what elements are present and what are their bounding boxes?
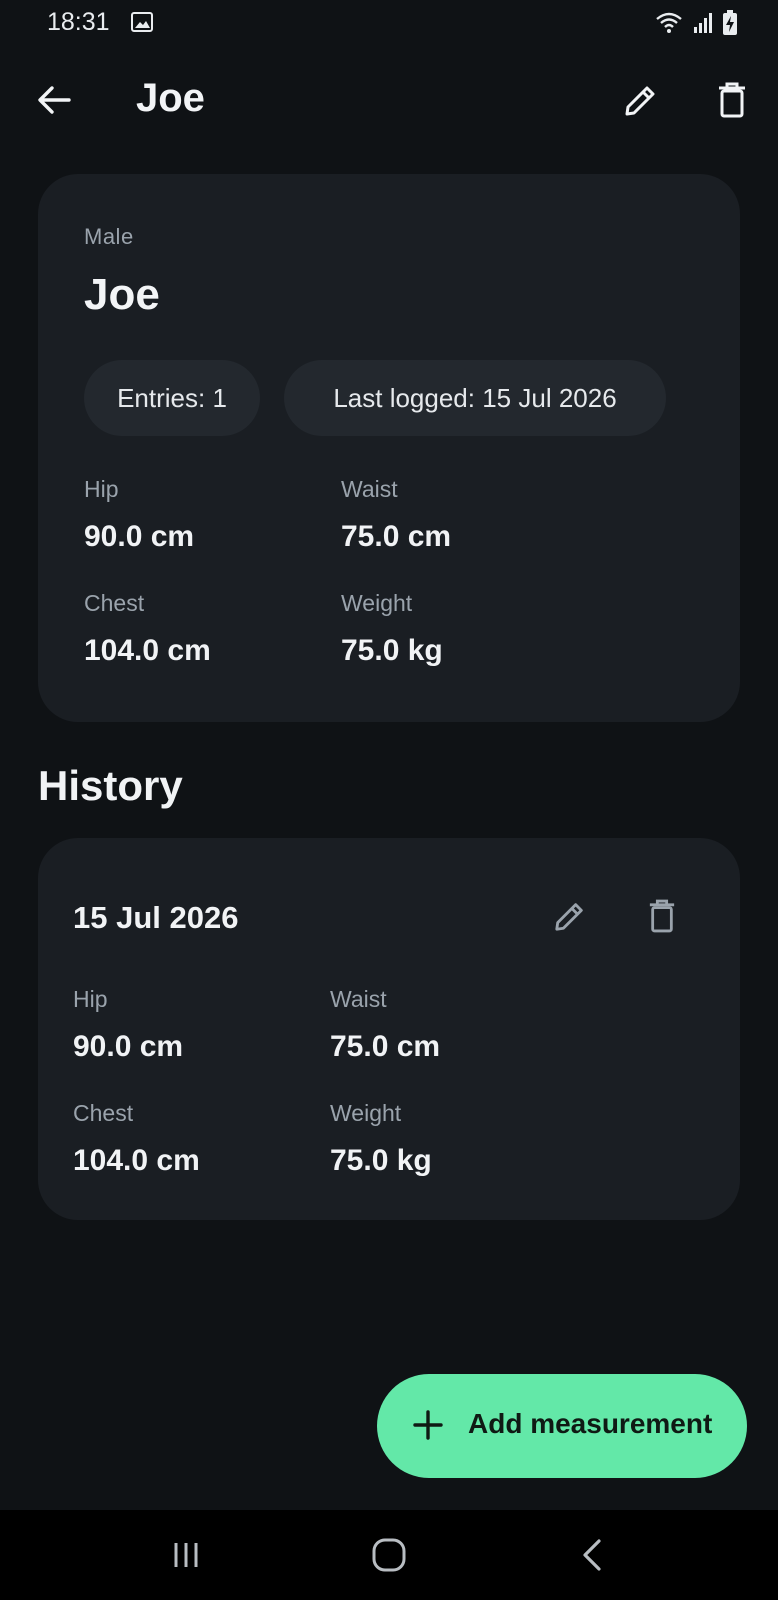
edit-entry-button[interactable] [546,892,594,940]
delete-entry-button[interactable] [638,892,686,940]
weight-label: Weight [341,590,413,616]
waist-label: Waist [341,476,398,502]
back-arrow-icon [38,86,71,114]
chest-value: 104.0 cm [84,634,211,667]
wifi-icon [654,11,684,40]
nav-back-button[interactable] [562,1532,622,1578]
plus-icon [413,1410,443,1440]
delete-profile-button[interactable] [708,76,756,124]
edit-icon [555,903,583,931]
back-icon [583,1539,601,1571]
image-icon [131,12,153,37]
delete-icon [719,82,745,118]
app-bar: Joe [0,60,778,140]
signal-icon [692,12,714,39]
edit-icon [625,86,655,116]
history-entry-card: 15 Jul 2026 Hip 90.0 cm Waist 75.0 cm Ch… [38,838,740,1220]
status-bar: 18:31 [0,0,778,48]
delete-icon [649,899,675,933]
home-button[interactable] [359,1532,419,1578]
hip-value: 90.0 cm [84,520,195,553]
page-title: Joe [136,76,205,120]
system-nav-bar [0,1510,778,1600]
add-measurement-label: Add measurement [468,1408,713,1439]
last-logged-chip: Last logged: 15 Jul 2026 [284,360,666,436]
weight-label: Weight [330,1100,402,1126]
recents-icon [174,1543,198,1567]
hip-label: Hip [84,476,119,502]
weight-value: 75.0 kg [330,1144,432,1177]
weight-value: 75.0 kg [341,634,443,667]
history-heading: History [38,762,183,809]
profile-name: Joe [84,270,160,319]
battery-charging-icon [722,10,738,41]
entry-date: 15 Jul 2026 [73,900,239,935]
entries-chip: Entries: 1 [84,360,260,436]
waist-value: 75.0 cm [341,520,452,553]
status-time: 18:31 [47,8,110,36]
home-icon [372,1538,406,1572]
profile-summary-card: Male Joe Entries: 1 Last logged: 15 Jul … [38,174,740,722]
edit-profile-button[interactable] [617,76,665,124]
waist-value: 75.0 cm [330,1030,441,1063]
chest-label: Chest [73,1100,134,1126]
recents-button[interactable] [156,1532,216,1578]
add-measurement-button[interactable]: Add measurement [377,1374,747,1478]
hip-value: 90.0 cm [73,1030,184,1063]
waist-label: Waist [330,986,387,1012]
back-button[interactable] [30,76,78,124]
hip-label: Hip [73,986,108,1012]
chest-value: 104.0 cm [73,1144,200,1177]
gender-label: Male [84,224,134,249]
chest-label: Chest [84,590,145,616]
